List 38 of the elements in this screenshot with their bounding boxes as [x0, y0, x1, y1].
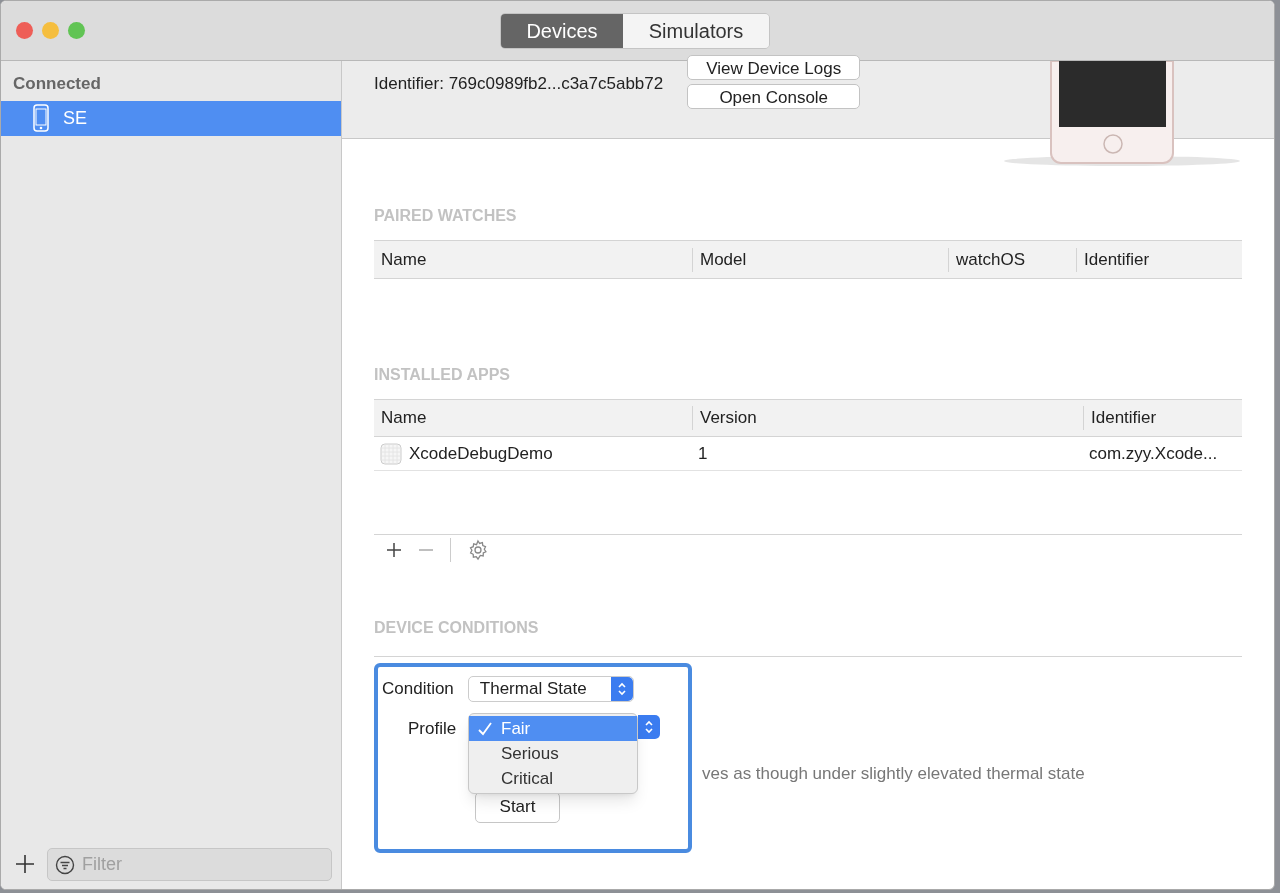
table-cell-text: XcodeDebugDemo — [409, 442, 553, 465]
device-button[interactable]: View Device Logs — [687, 55, 861, 80]
column-header[interactable]: Name — [374, 247, 692, 272]
profile-label: Profile — [408, 718, 458, 740]
minimize-icon[interactable] — [42, 22, 59, 39]
filter-field[interactable]: Filter — [47, 847, 332, 881]
table-cell-text: 1 — [697, 442, 709, 465]
tab[interactable]: Simulators — [623, 14, 769, 48]
section-header: Connected — [13, 73, 102, 95]
zoom-icon[interactable] — [68, 22, 85, 39]
identifier-label: Identifier: 769c0989fb2...c3a7c5abb72 — [374, 73, 664, 95]
menu-item[interactable]: Serious — [469, 741, 637, 766]
settings-icon[interactable] — [467, 538, 489, 561]
tab[interactable]: Devices — [501, 14, 623, 48]
condition-label: Condition — [382, 678, 454, 701]
column-header[interactable]: Version — [692, 406, 1083, 430]
section-title: INSTALLED APPS — [374, 365, 511, 385]
menu-item[interactable]: Critical — [469, 766, 637, 791]
section-title: PAIRED WATCHES — [374, 206, 518, 226]
condition-select[interactable]: Thermal State — [467, 676, 634, 702]
device-button[interactable]: Open Console — [687, 84, 861, 109]
column-header[interactable]: watchOS — [948, 247, 1076, 272]
column-header[interactable]: Model — [692, 247, 948, 272]
stepper-icon — [610, 677, 633, 701]
description-text: ves as though under slightly elevated thermal state — [702, 763, 1085, 785]
phone-icon — [33, 104, 49, 132]
column-header[interactable]: Name — [374, 406, 692, 430]
close-icon[interactable] — [16, 22, 33, 39]
app-icon — [380, 442, 402, 465]
add-icon[interactable] — [386, 541, 402, 558]
add-icon[interactable] — [15, 854, 35, 874]
checkmark-icon — [478, 721, 492, 736]
section-title: DEVICE CONDITIONS — [374, 618, 540, 638]
column-header[interactable]: Identifier — [1076, 247, 1242, 272]
filter-icon — [55, 854, 75, 875]
table-cell-text: com.zyy.Xcode... — [1088, 442, 1219, 465]
column-header[interactable]: Identifier — [1083, 406, 1242, 430]
stepper-icon — [638, 715, 660, 739]
